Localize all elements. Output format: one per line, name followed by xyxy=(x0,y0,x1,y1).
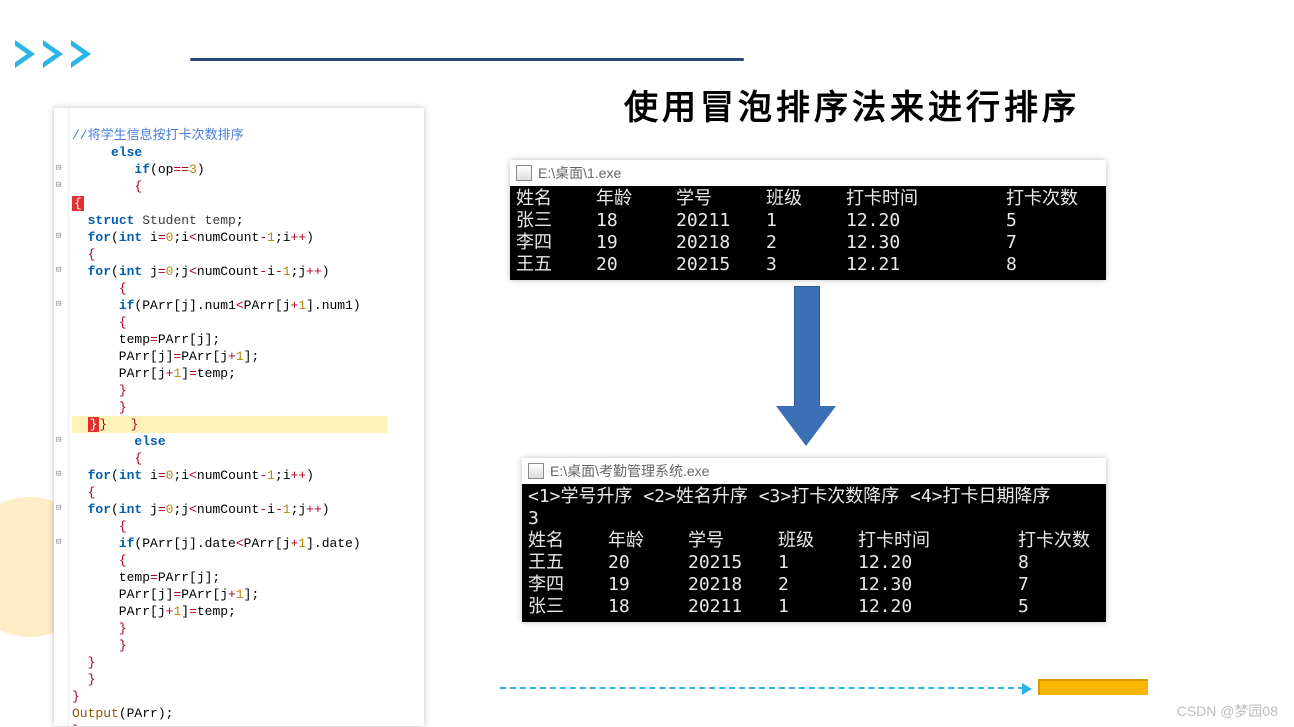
table-row: 李四 19 20218 2 12.30 7 xyxy=(528,574,1100,596)
console-title-bar: E:\桌面\考勤管理系统.exe xyxy=(522,458,1106,484)
chevron-icon xyxy=(71,40,91,68)
user-choice: 3 xyxy=(528,508,1100,530)
table-row: 张三 18 20211 1 12.20 5 xyxy=(516,210,1100,232)
code-gutter: ⊟ ⊟ ⊟ ⊟ ⊟ ⊟ ⊟ ⊟ ⊟ xyxy=(54,108,69,726)
table-row: 王五 20 20215 1 12.20 8 xyxy=(528,552,1100,574)
table-row: 李四 19 20218 2 12.30 7 xyxy=(516,232,1100,254)
table-header: 姓名 年龄 学号 班级 打卡时间 打卡次数 xyxy=(528,530,1100,552)
code-comment: //将学生信息按打卡次数排序 xyxy=(72,128,244,143)
table-header: 姓名 年龄 学号 班级 打卡时间 打卡次数 xyxy=(516,188,1100,210)
sort-menu: <1>学号升序 <2>姓名升序 <3>打卡次数降序 <4>打卡日期降序 xyxy=(528,486,1100,508)
chevron-icon xyxy=(43,40,63,68)
watermark: CSDN @梦园08 xyxy=(1177,701,1278,721)
code-content: //将学生信息按打卡次数排序 else if(op==3) { { struct… xyxy=(70,108,424,726)
console-after: E:\桌面\考勤管理系统.exe <1>学号升序 <2>姓名升序 <3>打卡次数… xyxy=(522,458,1106,622)
decorative-bar xyxy=(1038,679,1148,695)
table-row: 张三 18 20211 1 12.20 5 xyxy=(528,596,1100,618)
console-output: 姓名 年龄 学号 班级 打卡时间 打卡次数 张三 18 20211 1 12.2… xyxy=(510,186,1106,280)
console-output: <1>学号升序 <2>姓名升序 <3>打卡次数降序 <4>打卡日期降序 3 姓名… xyxy=(522,484,1106,622)
code-editor: ⊟ ⊟ ⊟ ⊟ ⊟ ⊟ ⊟ ⊟ ⊟ //将学生信息按打卡次数排序 else if… xyxy=(54,108,424,726)
console-title-bar: E:\桌面\1.exe xyxy=(510,160,1106,186)
arrow-down-icon xyxy=(776,286,836,446)
console-before: E:\桌面\1.exe 姓名 年龄 学号 班级 打卡时间 打卡次数 张三 18 … xyxy=(510,160,1106,280)
table-row: 王五 20 20215 3 12.21 8 xyxy=(516,254,1100,276)
app-icon xyxy=(528,463,544,479)
chevron-icon xyxy=(15,40,35,68)
arrow-right-icon xyxy=(1022,683,1032,695)
chevron-icons xyxy=(15,40,91,68)
slide-title: 使用冒泡排序法来进行排序 xyxy=(530,80,1174,129)
console-title-text: E:\桌面\1.exe xyxy=(538,163,621,183)
bottom-divider xyxy=(500,687,1024,689)
console-title-text: E:\桌面\考勤管理系统.exe xyxy=(550,461,709,481)
top-divider xyxy=(190,58,744,61)
app-icon xyxy=(516,165,532,181)
